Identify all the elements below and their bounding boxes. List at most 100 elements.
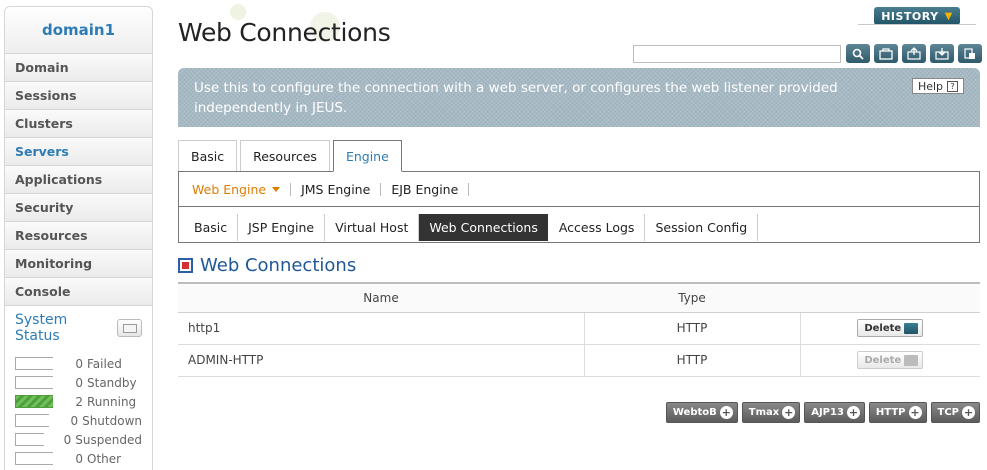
sidebar-item-servers[interactable]: Servers [4,138,153,166]
connections-table: Name Type http1 HTTP Delete ADMIN-HTTP H… [178,282,980,377]
plus-icon: + [782,406,796,419]
plus-icon: + [908,406,922,419]
sidebar-item-domain[interactable]: Domain [4,54,153,82]
sidebar-item-clusters[interactable]: Clusters [4,110,153,138]
tab-engine[interactable]: Engine [332,140,402,172]
delete-button[interactable]: Delete [857,319,924,337]
status-row-suspended: 0 Suspended [15,430,142,449]
search-icon[interactable] [846,44,870,63]
sidebar-item-resources[interactable]: Resources [4,222,153,250]
subtab2-session-config[interactable]: Session Config [645,214,759,241]
section-header: Web Connections [178,255,356,276]
history-divider [858,24,976,25]
subtab-ejb-engine[interactable]: EJB Engine [391,182,470,196]
delete-label: Delete [864,354,902,366]
sidebar: domain1 Domain Sessions Clusters Servers… [4,6,153,470]
system-status-header: System Status [15,312,142,344]
status-count: 0 [75,356,83,371]
cell-name[interactable]: ADMIN-HTTP [178,344,585,377]
question-icon: ? [947,80,959,92]
status-row-standby: 0 Standby [15,373,142,392]
section-title: Web Connections [200,255,357,276]
sidebar-item-security[interactable]: Security [4,194,153,222]
status-count: 0 [75,375,83,390]
add-tcp-label: TCP [937,407,960,418]
search-input[interactable] [633,45,841,63]
info-banner: Use this to configure the connection wit… [178,68,980,127]
system-status-panel: System Status 0 Failed 0 Standby 2 Runni… [4,306,153,470]
subtab2-jsp-engine[interactable]: JSP Engine [238,214,326,241]
add-http-label: HTTP [875,407,906,418]
engine-subtabs: Web Engine JMS Engine EJB Engine [178,171,980,206]
status-label: Shutdown [82,413,142,428]
sidebar-item-applications[interactable]: Applications [4,166,153,194]
status-bar [15,395,53,408]
add-webtob-button[interactable]: WebtoB + [665,402,738,423]
status-row-running: 2 Running [15,392,142,411]
add-tmax-label: Tmax [748,407,780,418]
subtab2-virtual-host[interactable]: Virtual Host [325,214,420,241]
tab-resources[interactable]: Resources [240,140,330,172]
status-row-shutdown: 0 Shutdown [15,411,142,430]
export-xml-icon[interactable] [902,44,926,63]
domain-header: domain1 [4,6,153,54]
history-button[interactable]: HISTORY ▼ [874,7,960,25]
sidebar-nav: Domain Sessions Clusters Servers Applica… [4,54,153,306]
status-row-other: 0 Other [15,449,142,468]
caret-down-icon [272,186,281,192]
status-row-failed: 0 Failed [15,354,142,373]
subtab-jms-engine[interactable]: JMS Engine [301,182,382,196]
import-xml-icon[interactable] [930,44,954,63]
domain-title[interactable]: domain1 [42,21,115,39]
status-label: Standby [87,375,137,390]
sidebar-item-sessions[interactable]: Sessions [4,82,153,110]
column-header-type: Type [584,282,800,313]
status-label: Failed [87,356,122,371]
table-row: http1 HTTP Delete [178,312,980,345]
status-bar [15,414,50,427]
plus-icon: + [719,406,733,419]
history-label: HISTORY [881,9,939,23]
status-label: Other [87,451,122,466]
chevron-down-icon: ▼ [944,10,953,22]
help-button[interactable]: Help ? [912,78,964,94]
status-label: Running [87,394,137,409]
delete-button-disabled: Delete [857,351,924,369]
sidebar-item-console[interactable]: Console [4,278,153,306]
status-bar [15,452,53,465]
add-tmax-button[interactable]: Tmax + [741,402,801,423]
subtab2-basic[interactable]: Basic [184,214,239,241]
section-icon [178,258,193,273]
status-bar [15,357,53,370]
cell-type: HTTP [584,312,801,345]
add-tcp-button[interactable]: TCP + [930,402,980,423]
plus-icon: + [846,406,860,419]
system-status-title: System Status [15,312,68,344]
main-tabs: Basic Resources Engine [178,140,405,172]
add-ajp13-button[interactable]: AJP13 + [804,402,865,423]
subtab-web-engine-label: Web Engine [192,181,267,197]
cell-name[interactable]: http1 [178,312,585,345]
sidebar-item-monitoring[interactable]: Monitoring [4,250,153,278]
status-count: 2 [75,394,83,409]
download-icon[interactable] [958,44,982,63]
plus-icon: + [962,406,975,419]
cell-action: Delete [800,344,980,377]
help-label: Help [917,79,944,93]
subtab2-web-connections[interactable]: Web Connections [419,214,548,241]
refresh-icon[interactable] [874,44,898,63]
add-http-button[interactable]: HTTP + [868,402,927,423]
table-header-row: Name Type [178,282,980,313]
status-count: 0 [75,451,83,466]
cell-type: HTTP [584,344,801,377]
table-row: ADMIN-HTTP HTTP Delete [178,344,980,377]
subtab2-access-logs[interactable]: Access Logs [549,214,646,241]
column-header-name: Name [178,282,584,313]
banner-text: Use this to configure the connection wit… [194,80,838,116]
subtab-web-engine[interactable]: Web Engine [192,181,292,197]
status-toggle-icon[interactable] [117,319,142,337]
tab-basic[interactable]: Basic [178,140,238,172]
status-count: 0 [63,432,72,447]
status-bar [15,433,45,446]
page-title: Web Connections [178,18,391,47]
